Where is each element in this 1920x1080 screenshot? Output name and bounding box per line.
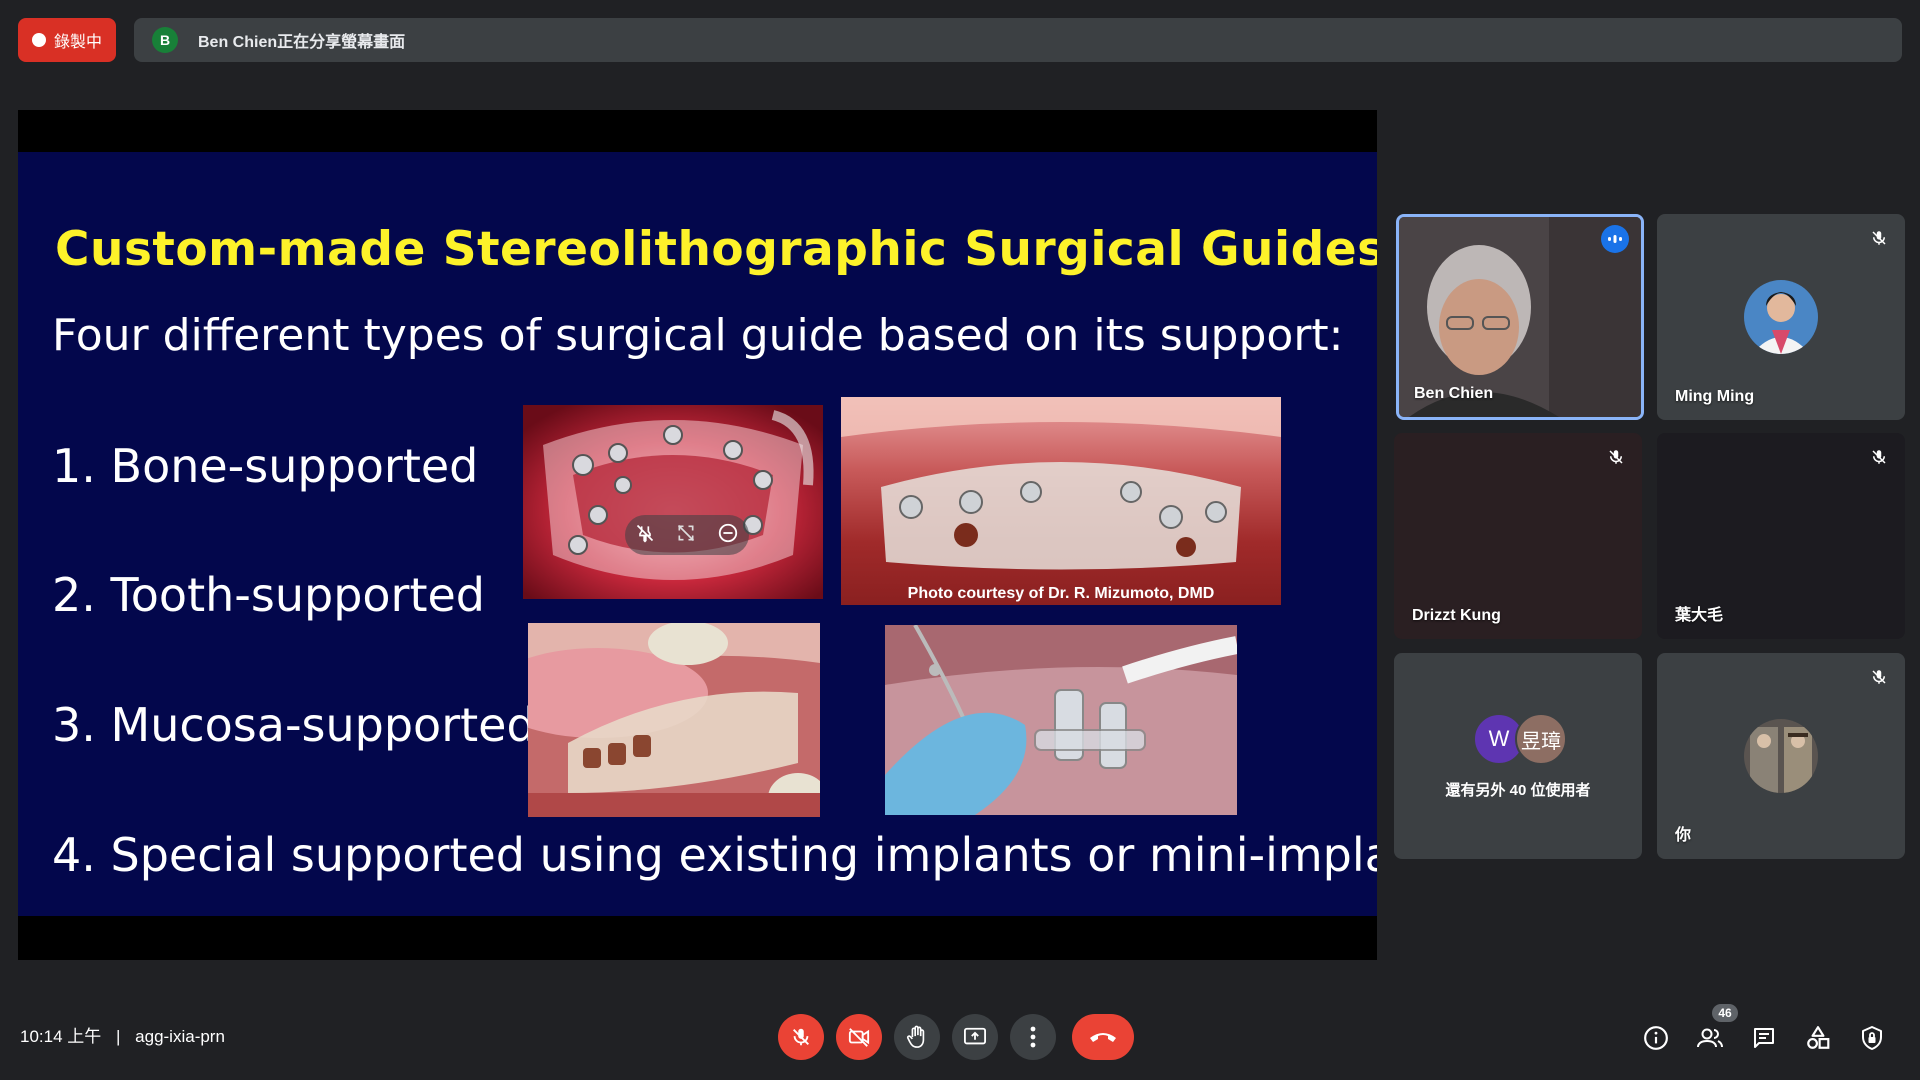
people-button[interactable]	[1690, 1018, 1730, 1058]
presentation-banner: B Ben Chien正在分享螢幕畫面	[134, 18, 1902, 62]
mic-toggle-button[interactable]	[778, 1014, 824, 1060]
participant-name: Ming Ming	[1675, 388, 1755, 405]
slide-item-4: 4. Special supported using existing impl…	[52, 828, 1377, 882]
speaking-indicator-icon	[1601, 225, 1629, 253]
fullscreen-off-icon[interactable]	[676, 523, 696, 548]
participant-tile-self[interactable]: 你	[1657, 653, 1905, 859]
camera-toggle-button[interactable]	[836, 1014, 882, 1060]
slide-item-3: 3. Mucosa-supported	[52, 698, 536, 752]
shield-lock-icon	[1862, 1026, 1882, 1050]
avatar	[1744, 280, 1818, 354]
slide-item-2: 2. Tooth-supported	[52, 568, 485, 622]
photo-caption: Photo courtesy of Dr. R. Mizumoto, DMD	[907, 585, 1215, 602]
info-icon	[1644, 1026, 1668, 1050]
others-count-label: 還有另外 40 位使用者	[1445, 782, 1591, 799]
activities-icon	[1807, 1026, 1830, 1049]
meeting-details-button[interactable]	[1636, 1018, 1676, 1058]
present-icon	[964, 1027, 986, 1045]
mic-off-icon	[793, 1028, 809, 1046]
mic-off-icon	[1865, 443, 1893, 471]
participant-tile-ming-ming[interactable]: Ming Ming	[1657, 214, 1905, 420]
recording-label: 錄製中	[53, 34, 102, 51]
participant-tile-ye-damao[interactable]: 葉大毛	[1657, 433, 1905, 639]
participant-tile-drizzt-kung[interactable]: Drizzt Kung	[1394, 433, 1642, 639]
pin-off-icon[interactable]	[635, 523, 655, 548]
participant-tile-others[interactable]: W 昱璋 還有另外 40 位使用者	[1394, 653, 1642, 859]
people-count-badge: 46	[1712, 1004, 1738, 1022]
avatar	[1744, 719, 1818, 793]
chat-icon	[1754, 1028, 1774, 1048]
slide-subtitle: Four different types of surgical guide b…	[52, 310, 1344, 361]
meeting-code: agg-ixia-prn	[135, 1027, 225, 1046]
avatar: 昱璋	[1515, 713, 1567, 765]
meeting-info: 10:14 上午 | agg-ixia-prn	[20, 1022, 225, 1047]
participant-tile-ben-chien[interactable]: Ben Chien	[1396, 214, 1644, 420]
pin-overlay-controls	[625, 515, 749, 555]
more-vert-icon	[1030, 1026, 1036, 1048]
activities-button[interactable]	[1798, 1018, 1838, 1058]
mic-off-icon	[1865, 663, 1893, 691]
photo-tooth-supported: Photo courtesy of Dr. R. Mizumoto, DMD	[841, 397, 1281, 605]
presenter-avatar: B	[152, 27, 178, 53]
participant-name: 你	[1675, 827, 1692, 844]
more-options-button[interactable]	[1010, 1014, 1056, 1060]
presentation-view: Custom-made Stereolithographic Surgical …	[18, 110, 1377, 960]
record-dot-icon	[31, 33, 46, 47]
separator: |	[116, 1027, 121, 1046]
photo-mucosa-supported	[528, 623, 820, 817]
presenter-banner-text: Ben Chien正在分享螢幕畫面	[198, 34, 406, 51]
people-icon	[1697, 1028, 1723, 1048]
raise-hand-button[interactable]	[894, 1014, 940, 1060]
photo-implant-supported	[885, 625, 1237, 815]
photo-bone-supported	[523, 405, 823, 599]
leave-call-button[interactable]	[1072, 1014, 1134, 1060]
mic-off-icon	[1602, 443, 1630, 471]
chat-button[interactable]	[1744, 1018, 1784, 1058]
slide-item-1: 1. Bone-supported	[52, 439, 479, 493]
host-controls-button[interactable]	[1852, 1018, 1892, 1058]
participant-name: Ben Chien	[1414, 385, 1494, 402]
present-screen-button[interactable]	[952, 1014, 998, 1060]
clock: 10:14 上午	[20, 1027, 102, 1046]
slide: Custom-made Stereolithographic Surgical …	[18, 152, 1377, 916]
remove-icon[interactable]	[717, 522, 739, 549]
participant-name: Drizzt Kung	[1412, 607, 1501, 624]
hand-icon	[907, 1025, 925, 1048]
hang-up-icon	[1090, 1033, 1116, 1042]
slide-title: Custom-made Stereolithographic Surgical …	[55, 222, 1377, 277]
mic-off-icon	[1865, 224, 1893, 252]
recording-indicator: 錄製中	[18, 18, 116, 62]
participant-name: 葉大毛	[1675, 607, 1724, 624]
camera-off-icon	[848, 1028, 870, 1047]
